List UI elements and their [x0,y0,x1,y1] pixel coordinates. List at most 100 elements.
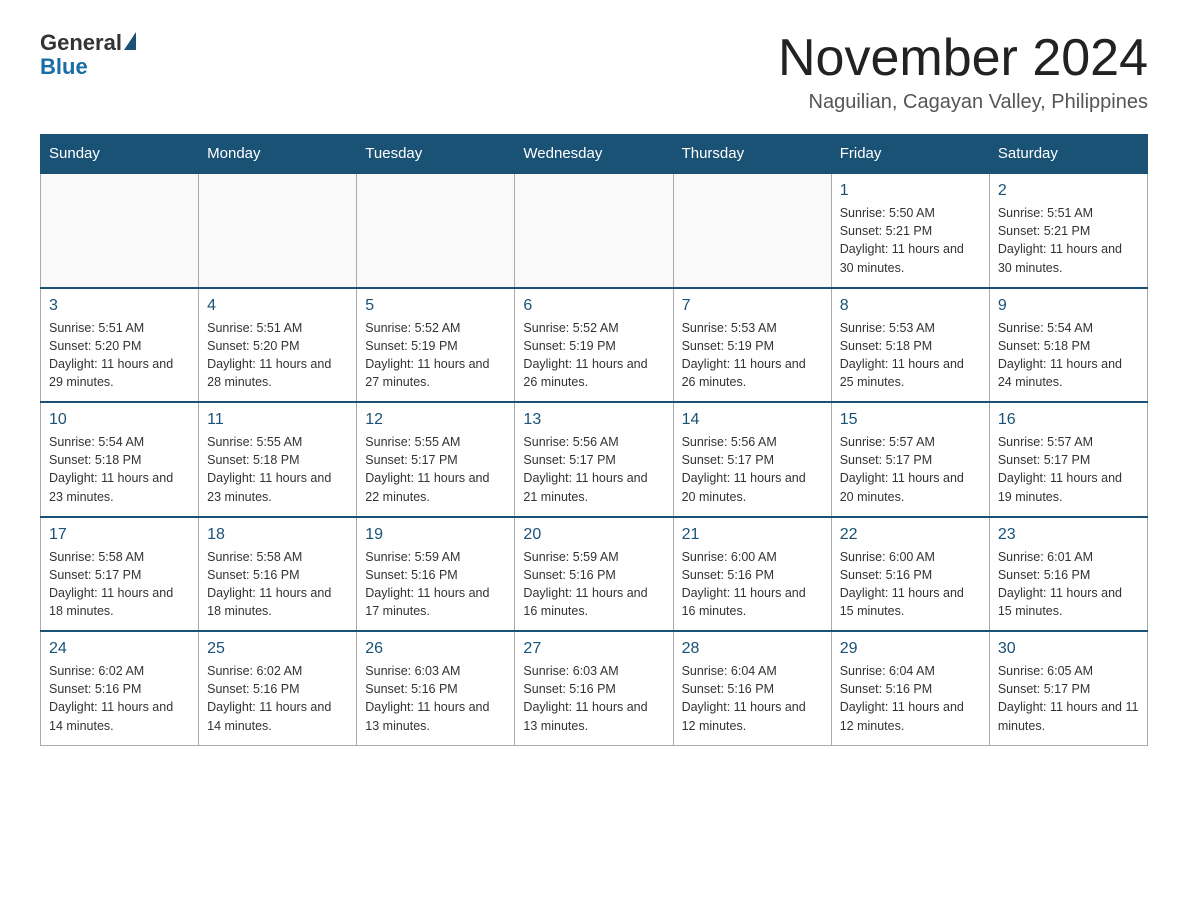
day-cell: 28 Sunrise: 6:04 AMSunset: 5:16 PMDaylig… [673,631,831,745]
day-cell: 3 Sunrise: 5:51 AMSunset: 5:20 PMDayligh… [41,288,199,403]
logo-triangle-icon [124,32,136,50]
day-info: Sunrise: 6:05 AMSunset: 5:17 PMDaylight:… [998,662,1139,735]
day-cell: 16 Sunrise: 5:57 AMSunset: 5:17 PMDaylig… [989,402,1147,517]
day-cell: 11 Sunrise: 5:55 AMSunset: 5:18 PMDaylig… [199,402,357,517]
day-number: 30 [998,640,1139,658]
day-number: 22 [840,526,981,544]
day-cell: 27 Sunrise: 6:03 AMSunset: 5:16 PMDaylig… [515,631,673,745]
day-number: 15 [840,411,981,429]
day-number: 7 [682,297,823,315]
day-number: 6 [523,297,664,315]
calendar-table: Sunday Monday Tuesday Wednesday Thursday… [40,134,1148,746]
day-number: 10 [49,411,190,429]
day-info: Sunrise: 5:55 AMSunset: 5:18 PMDaylight:… [207,433,348,506]
logo: General Blue [40,30,136,80]
day-number: 29 [840,640,981,658]
day-number: 25 [207,640,348,658]
day-number: 11 [207,411,348,429]
day-info: Sunrise: 5:57 AMSunset: 5:17 PMDaylight:… [840,433,981,506]
day-cell: 1 Sunrise: 5:50 AMSunset: 5:21 PMDayligh… [831,173,989,288]
day-cell: 29 Sunrise: 6:04 AMSunset: 5:16 PMDaylig… [831,631,989,745]
day-number: 28 [682,640,823,658]
day-cell: 25 Sunrise: 6:02 AMSunset: 5:16 PMDaylig… [199,631,357,745]
day-cell: 12 Sunrise: 5:55 AMSunset: 5:17 PMDaylig… [357,402,515,517]
day-number: 19 [365,526,506,544]
week-row-1: 1 Sunrise: 5:50 AMSunset: 5:21 PMDayligh… [41,173,1148,288]
day-info: Sunrise: 6:04 AMSunset: 5:16 PMDaylight:… [682,662,823,735]
day-cell: 7 Sunrise: 5:53 AMSunset: 5:19 PMDayligh… [673,288,831,403]
logo-general-text: General [40,30,122,56]
day-info: Sunrise: 6:01 AMSunset: 5:16 PMDaylight:… [998,548,1139,621]
col-tuesday: Tuesday [357,135,515,174]
day-cell: 2 Sunrise: 5:51 AMSunset: 5:21 PMDayligh… [989,173,1147,288]
day-number: 13 [523,411,664,429]
day-info: Sunrise: 6:03 AMSunset: 5:16 PMDaylight:… [365,662,506,735]
col-friday: Friday [831,135,989,174]
day-info: Sunrise: 6:02 AMSunset: 5:16 PMDaylight:… [49,662,190,735]
day-number: 26 [365,640,506,658]
logo-blue-text: Blue [40,54,88,80]
week-row-4: 17 Sunrise: 5:58 AMSunset: 5:17 PMDaylig… [41,517,1148,632]
week-row-2: 3 Sunrise: 5:51 AMSunset: 5:20 PMDayligh… [41,288,1148,403]
day-info: Sunrise: 5:57 AMSunset: 5:17 PMDaylight:… [998,433,1139,506]
day-cell [41,173,199,288]
day-number: 4 [207,297,348,315]
day-cell: 19 Sunrise: 5:59 AMSunset: 5:16 PMDaylig… [357,517,515,632]
col-saturday: Saturday [989,135,1147,174]
day-number: 5 [365,297,506,315]
day-cell: 8 Sunrise: 5:53 AMSunset: 5:18 PMDayligh… [831,288,989,403]
col-wednesday: Wednesday [515,135,673,174]
day-info: Sunrise: 5:51 AMSunset: 5:21 PMDaylight:… [998,204,1139,277]
day-cell: 26 Sunrise: 6:03 AMSunset: 5:16 PMDaylig… [357,631,515,745]
day-cell: 13 Sunrise: 5:56 AMSunset: 5:17 PMDaylig… [515,402,673,517]
day-cell: 24 Sunrise: 6:02 AMSunset: 5:16 PMDaylig… [41,631,199,745]
day-number: 24 [49,640,190,658]
day-cell: 15 Sunrise: 5:57 AMSunset: 5:17 PMDaylig… [831,402,989,517]
day-info: Sunrise: 5:54 AMSunset: 5:18 PMDaylight:… [998,319,1139,392]
day-cell: 14 Sunrise: 5:56 AMSunset: 5:17 PMDaylig… [673,402,831,517]
day-cell [515,173,673,288]
day-number: 18 [207,526,348,544]
location-title: Naguilian, Cagayan Valley, Philippines [778,91,1148,114]
day-number: 20 [523,526,664,544]
day-number: 12 [365,411,506,429]
day-cell [357,173,515,288]
day-info: Sunrise: 5:52 AMSunset: 5:19 PMDaylight:… [523,319,664,392]
day-cell: 23 Sunrise: 6:01 AMSunset: 5:16 PMDaylig… [989,517,1147,632]
day-cell: 22 Sunrise: 6:00 AMSunset: 5:16 PMDaylig… [831,517,989,632]
day-number: 9 [998,297,1139,315]
day-info: Sunrise: 5:58 AMSunset: 5:17 PMDaylight:… [49,548,190,621]
day-number: 23 [998,526,1139,544]
day-info: Sunrise: 5:51 AMSunset: 5:20 PMDaylight:… [207,319,348,392]
day-info: Sunrise: 5:59 AMSunset: 5:16 PMDaylight:… [523,548,664,621]
day-cell: 6 Sunrise: 5:52 AMSunset: 5:19 PMDayligh… [515,288,673,403]
day-cell: 17 Sunrise: 5:58 AMSunset: 5:17 PMDaylig… [41,517,199,632]
day-info: Sunrise: 5:56 AMSunset: 5:17 PMDaylight:… [682,433,823,506]
day-info: Sunrise: 6:03 AMSunset: 5:16 PMDaylight:… [523,662,664,735]
day-info: Sunrise: 5:53 AMSunset: 5:19 PMDaylight:… [682,319,823,392]
day-cell: 9 Sunrise: 5:54 AMSunset: 5:18 PMDayligh… [989,288,1147,403]
day-cell: 21 Sunrise: 6:00 AMSunset: 5:16 PMDaylig… [673,517,831,632]
calendar-header-row: Sunday Monday Tuesday Wednesday Thursday… [41,135,1148,174]
day-number: 3 [49,297,190,315]
day-number: 8 [840,297,981,315]
day-info: Sunrise: 6:00 AMSunset: 5:16 PMDaylight:… [840,548,981,621]
day-info: Sunrise: 5:55 AMSunset: 5:17 PMDaylight:… [365,433,506,506]
week-row-5: 24 Sunrise: 6:02 AMSunset: 5:16 PMDaylig… [41,631,1148,745]
day-info: Sunrise: 5:52 AMSunset: 5:19 PMDaylight:… [365,319,506,392]
day-cell: 4 Sunrise: 5:51 AMSunset: 5:20 PMDayligh… [199,288,357,403]
col-thursday: Thursday [673,135,831,174]
header: General Blue November 2024 Naguilian, Ca… [40,30,1148,114]
day-cell: 18 Sunrise: 5:58 AMSunset: 5:16 PMDaylig… [199,517,357,632]
day-number: 27 [523,640,664,658]
day-info: Sunrise: 5:53 AMSunset: 5:18 PMDaylight:… [840,319,981,392]
day-number: 21 [682,526,823,544]
col-sunday: Sunday [41,135,199,174]
month-title: November 2024 [778,30,1148,87]
day-cell: 5 Sunrise: 5:52 AMSunset: 5:19 PMDayligh… [357,288,515,403]
col-monday: Monday [199,135,357,174]
day-cell: 20 Sunrise: 5:59 AMSunset: 5:16 PMDaylig… [515,517,673,632]
week-row-3: 10 Sunrise: 5:54 AMSunset: 5:18 PMDaylig… [41,402,1148,517]
day-cell: 10 Sunrise: 5:54 AMSunset: 5:18 PMDaylig… [41,402,199,517]
day-info: Sunrise: 6:02 AMSunset: 5:16 PMDaylight:… [207,662,348,735]
